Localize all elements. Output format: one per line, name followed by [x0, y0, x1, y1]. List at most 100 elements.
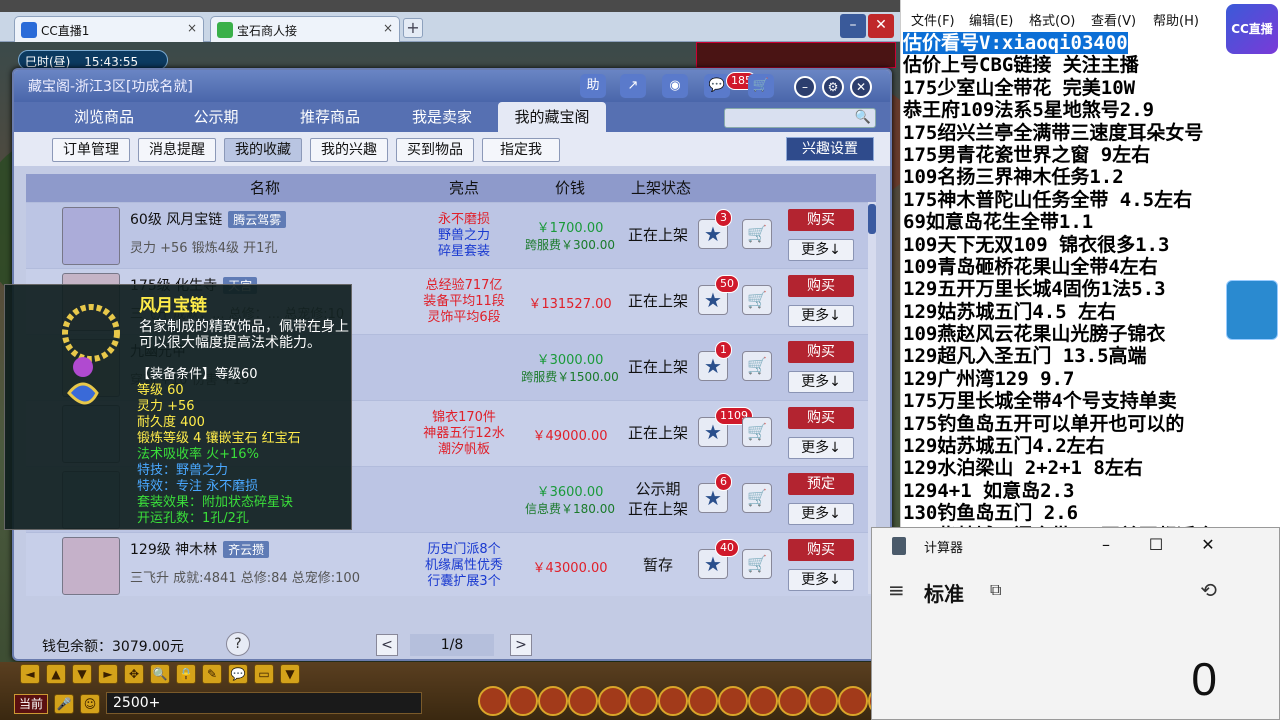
- notepad-line: 129姑苏城五门4.2左右: [903, 435, 1105, 458]
- chat-icon[interactable]: 💬: [228, 664, 248, 684]
- more-button[interactable]: 更多↓: [788, 371, 854, 393]
- buy-button[interactable]: 预定: [788, 473, 854, 495]
- hud-function-icon[interactable]: [838, 686, 868, 716]
- item-icon[interactable]: [62, 207, 120, 265]
- tab-gem-merchant[interactable]: 宝石商人接 ×: [210, 16, 400, 42]
- close-icon[interactable]: ✕: [868, 14, 894, 38]
- window-title: 藏宝阁-浙江3区[功成名就]: [28, 79, 193, 95]
- item-icon[interactable]: [62, 537, 120, 595]
- cart-icon[interactable]: 🛒: [742, 219, 772, 249]
- mic-icon[interactable]: 🎤: [54, 694, 74, 714]
- settings-icon[interactable]: ⚙: [822, 76, 844, 98]
- share-icon[interactable]: ↗: [620, 74, 646, 98]
- hud-function-icon[interactable]: [748, 686, 778, 716]
- minimize-icon[interactable]: –: [794, 76, 816, 98]
- designated-button[interactable]: 指定我: [482, 138, 560, 162]
- floating-widget[interactable]: [1226, 280, 1278, 340]
- cart-icon[interactable]: 🛒: [748, 74, 774, 98]
- cart-icon[interactable]: 🛒: [742, 417, 772, 447]
- more-button[interactable]: 更多↓: [788, 239, 854, 261]
- buy-button[interactable]: 购买: [788, 275, 854, 297]
- hud-function-icon[interactable]: [478, 686, 508, 716]
- hud-function-icon[interactable]: [628, 686, 658, 716]
- help-button[interactable]: ?: [226, 632, 250, 656]
- table-row[interactable]: 60级 风月宝链 腾云驾雾 灵力 +56 锻炼4级 开1孔 永不磨损 野兽之力 碎星套…: [26, 202, 876, 268]
- search-icon[interactable]: 🔍: [855, 110, 871, 125]
- search-input[interactable]: 🔍: [724, 108, 876, 128]
- hud-function-icon[interactable]: [508, 686, 538, 716]
- cart-icon[interactable]: 🛒: [742, 549, 772, 579]
- up-arrow-icon[interactable]: ▲: [46, 664, 66, 684]
- tab-seller[interactable]: 我是卖家: [392, 102, 492, 132]
- tab-my-pavilion[interactable]: 我的藏宝阁: [498, 102, 606, 132]
- tab-browse[interactable]: 浏览商品: [54, 102, 154, 132]
- calculator-title-bar[interactable]: 计算器 – ☐ ✕: [872, 528, 1279, 564]
- hud-function-icon[interactable]: [568, 686, 598, 716]
- menu-icon[interactable]: ≡: [888, 578, 905, 602]
- prev-page-button[interactable]: <: [376, 634, 398, 656]
- hud-function-icon[interactable]: [598, 686, 628, 716]
- next-page-button[interactable]: >: [510, 634, 532, 656]
- minimize-icon[interactable]: –: [840, 14, 866, 38]
- table-row[interactable]: 129级 神木林 齐云攒 三飞升 成就:4841 总修:84 总宠修:100 历史…: [26, 532, 876, 596]
- more-button[interactable]: 更多↓: [788, 503, 854, 525]
- close-icon[interactable]: ✕: [1196, 534, 1220, 558]
- edit-icon[interactable]: ✎: [202, 664, 222, 684]
- dropdown-icon[interactable]: ▼: [280, 664, 300, 684]
- close-icon[interactable]: ×: [383, 21, 393, 35]
- buy-button[interactable]: 购买: [788, 209, 854, 231]
- hud-function-icon[interactable]: [718, 686, 748, 716]
- chat-channel[interactable]: 当前: [14, 694, 48, 714]
- chat-input[interactable]: 2500+: [106, 692, 422, 714]
- search-icon[interactable]: 🔍: [150, 664, 170, 684]
- window-title-bar[interactable]: 藏宝阁-浙江3区[功成名就] 助 ↗ ◉ 💬 185 🛒 – ⚙ ✕: [14, 70, 890, 102]
- notify-button[interactable]: 消息提醒: [138, 138, 216, 162]
- tab-cc-live[interactable]: CC直播1 ×: [14, 16, 204, 42]
- interests-button[interactable]: 我的兴趣: [310, 138, 388, 162]
- cart-icon[interactable]: 🛒: [742, 285, 772, 315]
- hud-function-icon[interactable]: [658, 686, 688, 716]
- left-arrow-icon[interactable]: ◄: [20, 664, 40, 684]
- down-arrow-icon[interactable]: ▼: [72, 664, 92, 684]
- notepad-line: 129姑苏城五门4.5 左右: [903, 300, 1117, 323]
- purchased-button[interactable]: 买到物品: [396, 138, 474, 162]
- menu-help[interactable]: 帮助(H): [1153, 10, 1199, 29]
- menu-view[interactable]: 查看(V): [1091, 10, 1136, 29]
- menu-edit[interactable]: 编辑(E): [969, 10, 1013, 29]
- hud-function-icon[interactable]: [778, 686, 808, 716]
- new-tab-button[interactable]: +: [403, 18, 423, 38]
- notepad-text[interactable]: 估价看号V:xiaoqi03400 估价上号CBG链接 关注主播 175少室山全带花…: [903, 32, 1280, 547]
- maximize-icon[interactable]: ☐: [1144, 534, 1168, 558]
- emoji-icon[interactable]: ☺: [80, 694, 100, 714]
- tab-recommended[interactable]: 推荐商品: [278, 102, 382, 132]
- move-icon[interactable]: ✥: [124, 664, 144, 684]
- orders-button[interactable]: 订单管理: [52, 138, 130, 162]
- menu-format[interactable]: 格式(O): [1029, 10, 1075, 29]
- menu-file[interactable]: 文件(F): [911, 10, 955, 29]
- hud-function-icon[interactable]: [808, 686, 838, 716]
- close-icon[interactable]: ×: [187, 21, 197, 35]
- tab-public-period[interactable]: 公示期: [166, 102, 266, 132]
- more-button[interactable]: 更多↓: [788, 569, 854, 591]
- interest-settings-button[interactable]: 兴趣设置: [786, 137, 874, 161]
- cart-icon[interactable]: 🛒: [742, 351, 772, 381]
- more-button[interactable]: 更多↓: [788, 305, 854, 327]
- scroll-thumb[interactable]: [868, 204, 876, 234]
- close-icon[interactable]: ✕: [850, 76, 872, 98]
- hud-function-icon[interactable]: [688, 686, 718, 716]
- buy-button[interactable]: 购买: [788, 539, 854, 561]
- assist-button[interactable]: 助: [580, 74, 606, 98]
- favorites-button[interactable]: 我的收藏: [224, 138, 302, 162]
- hud-function-icon[interactable]: [538, 686, 568, 716]
- lock-icon[interactable]: 🔒: [176, 664, 196, 684]
- minimize-icon[interactable]: –: [1094, 534, 1118, 558]
- window-icon[interactable]: ▭: [254, 664, 274, 684]
- right-arrow-icon[interactable]: ►: [98, 664, 118, 684]
- buy-button[interactable]: 购买: [788, 341, 854, 363]
- record-icon[interactable]: ◉: [662, 74, 688, 98]
- keep-on-top-icon[interactable]: ⧉: [990, 580, 1001, 600]
- more-button[interactable]: 更多↓: [788, 437, 854, 459]
- cart-icon[interactable]: 🛒: [742, 483, 772, 513]
- buy-button[interactable]: 购买: [788, 407, 854, 429]
- history-icon[interactable]: ⟲: [1200, 578, 1217, 602]
